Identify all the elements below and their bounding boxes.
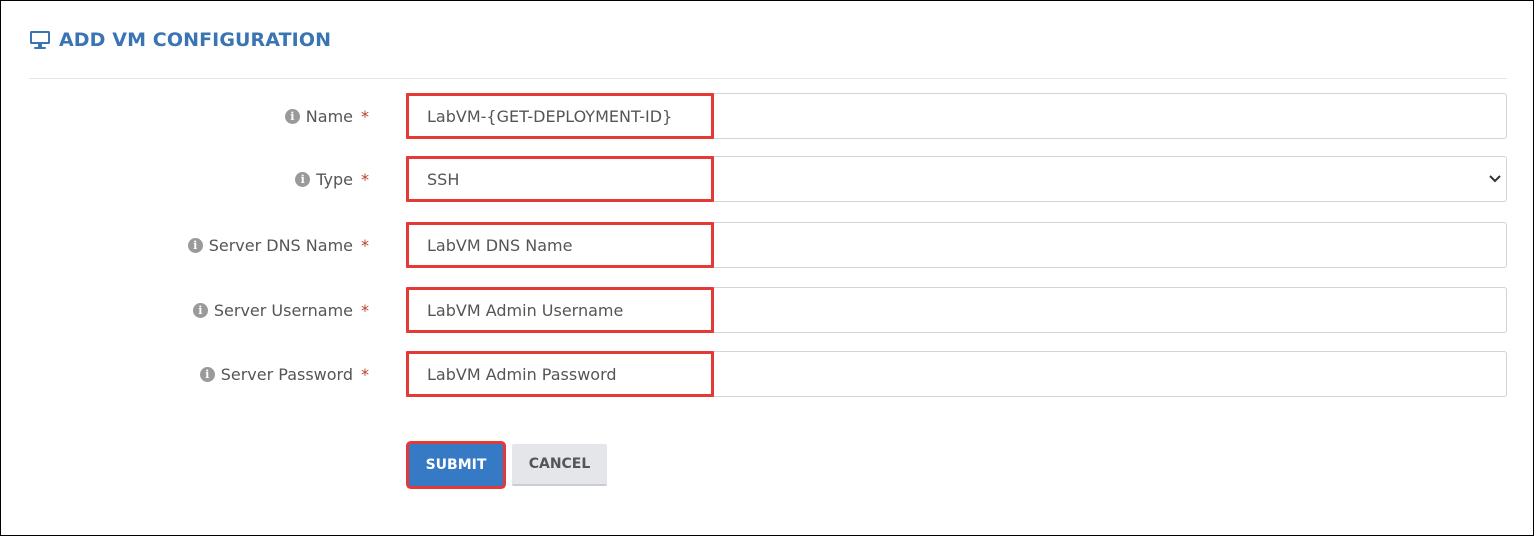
header-divider bbox=[29, 78, 1507, 79]
required-marker: * bbox=[361, 235, 369, 255]
name-input-value: LabVM-{GET-DEPLOYMENT-ID} bbox=[427, 106, 673, 126]
info-icon[interactable]: i bbox=[284, 108, 300, 124]
submit-button[interactable]: SUBMIT bbox=[409, 444, 503, 486]
info-icon[interactable]: i bbox=[295, 171, 311, 187]
field-label-text: Server Password bbox=[220, 364, 353, 384]
field-label-text: Type bbox=[316, 169, 353, 189]
form-row-name: i Name * LabVM-{GET-DEPLOYMENT-ID} bbox=[1, 93, 1534, 139]
info-icon[interactable]: i bbox=[192, 302, 208, 318]
panel-header: ADD VM CONFIGURATION bbox=[29, 29, 331, 51]
name-input[interactable]: LabVM-{GET-DEPLOYMENT-ID} bbox=[406, 93, 1507, 139]
dns-name-input[interactable]: LabVM DNS Name bbox=[406, 222, 1507, 268]
dns-name-input-value: LabVM DNS Name bbox=[427, 235, 573, 255]
field-label-username: i Server Username * bbox=[192, 287, 369, 333]
monitor-icon bbox=[30, 31, 50, 49]
type-select-value: SSH bbox=[427, 169, 460, 189]
username-input[interactable]: LabVM Admin Username bbox=[406, 287, 1507, 333]
info-icon[interactable]: i bbox=[187, 237, 203, 253]
field-label-type: i Type * bbox=[295, 156, 369, 202]
required-marker: * bbox=[361, 300, 369, 320]
chevron-down-icon bbox=[1489, 175, 1501, 183]
field-label-text: Server Username bbox=[213, 300, 353, 320]
vm-config-panel: ADD VM CONFIGURATION i Name * LabVM-{GET… bbox=[0, 0, 1534, 536]
field-label-dns-name: i Server DNS Name * bbox=[187, 222, 369, 268]
password-input[interactable]: LabVM Admin Password bbox=[406, 351, 1507, 397]
password-input-value: LabVM Admin Password bbox=[427, 364, 617, 384]
form-row-dns-name: i Server DNS Name * LabVM DNS Name bbox=[1, 222, 1534, 268]
field-label-name: i Name * bbox=[284, 93, 369, 139]
form-row-password: i Server Password * LabVM Admin Password bbox=[1, 351, 1534, 397]
type-select[interactable]: SSH bbox=[406, 156, 1507, 202]
username-input-value: LabVM Admin Username bbox=[427, 300, 624, 320]
info-icon[interactable]: i bbox=[199, 366, 215, 382]
field-label-text: Server DNS Name bbox=[208, 235, 353, 255]
field-label-text: Name bbox=[305, 106, 353, 126]
form-row-type: i Type * SSH bbox=[1, 156, 1534, 202]
required-marker: * bbox=[361, 364, 369, 384]
required-marker: * bbox=[361, 106, 369, 126]
form-row-username: i Server Username * LabVM Admin Username bbox=[1, 287, 1534, 333]
cancel-button[interactable]: CANCEL bbox=[512, 444, 607, 486]
required-marker: * bbox=[361, 169, 369, 189]
page-title: ADD VM CONFIGURATION bbox=[59, 29, 332, 51]
field-label-password: i Server Password * bbox=[199, 351, 369, 397]
